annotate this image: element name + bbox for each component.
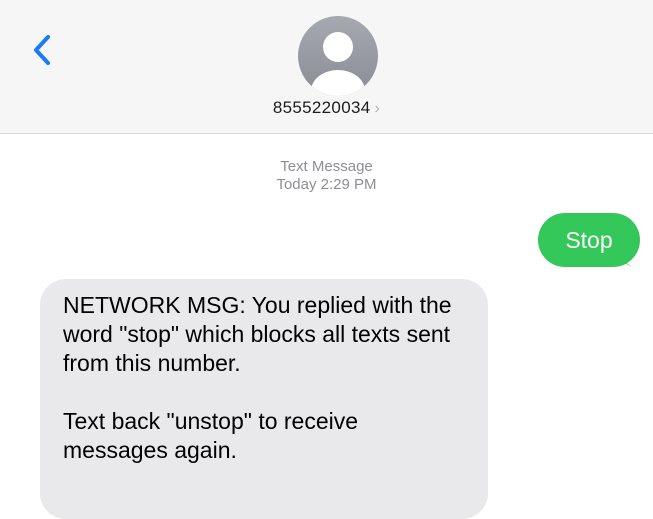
person-silhouette-icon — [311, 32, 365, 96]
chevron-right-icon: › — [374, 100, 381, 117]
time-label: Today 2:29 PM — [276, 176, 377, 193]
bubble-tail-shape — [615, 244, 639, 268]
incoming-message-paragraph: Text back "unstop" to receive messages a… — [63, 408, 359, 463]
contact-number: 8555220034 — [272, 98, 371, 117]
outgoing-message-text: Stop — [565, 226, 613, 253]
conversation-header: 8555220034 › — [0, 0, 653, 134]
back-button[interactable] — [26, 28, 62, 72]
incoming-message-bubble[interactable]: NETWORK MSG: You replied with the word "… — [40, 279, 488, 519]
service-label: Text Message — [280, 158, 373, 175]
contact-name[interactable]: 8555220034 › — [0, 98, 653, 118]
incoming-message-paragraph: NETWORK MSG: You replied with the word "… — [63, 292, 452, 376]
chevron-left-icon — [34, 35, 50, 65]
contact-avatar[interactable] — [298, 16, 378, 96]
message-timestamp: Text Message Today 2:29 PM — [0, 158, 653, 194]
